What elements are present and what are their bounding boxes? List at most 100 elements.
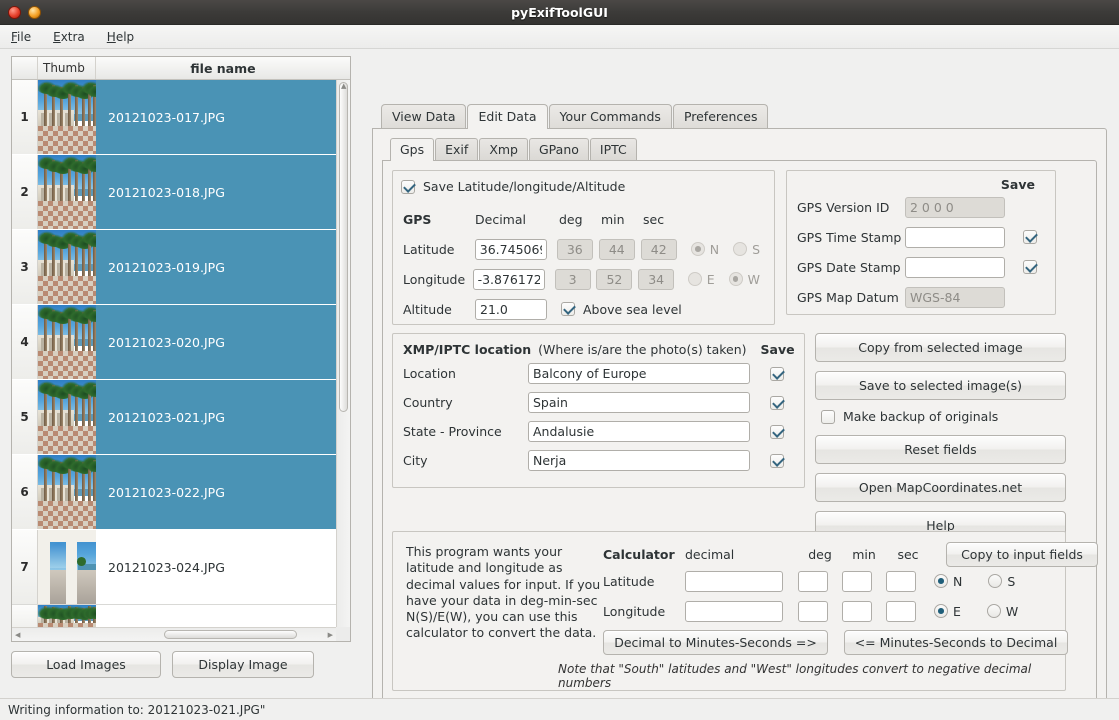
file-list-horizontal-scrollbar[interactable]: ◀ ▶ bbox=[12, 627, 336, 641]
tab-view-data[interactable]: View Data bbox=[381, 104, 466, 128]
file-list-table[interactable]: Thumb file name 120121023-017.JPG2201210… bbox=[11, 56, 351, 642]
subtab-gpano[interactable]: GPano bbox=[529, 138, 589, 160]
calculator-latitude-decimal-input[interactable] bbox=[685, 571, 783, 592]
table-row[interactable]: 520121023-021.JPG bbox=[12, 380, 336, 455]
decimal-to-minutes-seconds-button[interactable]: Decimal to Minutes-Seconds => bbox=[603, 630, 828, 655]
gps-latitude-deg-input[interactable] bbox=[557, 239, 593, 260]
make-backup-checkbox[interactable] bbox=[821, 410, 835, 424]
table-row[interactable] bbox=[12, 605, 336, 627]
row-filename[interactable]: 20121023-017.JPG bbox=[96, 80, 336, 154]
gps-metadata-save-checkbox[interactable] bbox=[1023, 230, 1037, 244]
horizontal-scrollbar-thumb[interactable] bbox=[164, 630, 297, 639]
row-filename[interactable]: 20121023-021.JPG bbox=[96, 380, 336, 454]
row-thumbnail[interactable] bbox=[38, 80, 96, 154]
xmp-iptc-input[interactable] bbox=[528, 421, 750, 442]
calculator-longitude-decimal-input[interactable] bbox=[685, 601, 783, 622]
file-list-vertical-scrollbar[interactable]: ▲ bbox=[336, 80, 350, 627]
gps-latitude-sec-input[interactable] bbox=[641, 239, 677, 260]
calculator-latitude-north-radio[interactable] bbox=[934, 574, 948, 588]
xmp-iptc-input[interactable] bbox=[528, 450, 750, 471]
table-row[interactable]: 720121023-024.JPG bbox=[12, 530, 336, 605]
save-latlonalt-checkbox[interactable] bbox=[401, 180, 415, 194]
gps-latitude-north-radio[interactable] bbox=[691, 242, 705, 256]
copy-from-selected-image-button[interactable]: Copy from selected image bbox=[815, 333, 1066, 362]
close-window-icon[interactable] bbox=[8, 6, 21, 19]
gps-longitude-deg-input[interactable] bbox=[555, 269, 591, 290]
tab-edit-data[interactable]: Edit Data bbox=[467, 104, 547, 129]
gps-tab-pane: Save Latitude/longitude/Altitude GPS Dec… bbox=[382, 160, 1097, 713]
row-filename[interactable] bbox=[96, 605, 336, 627]
row-thumbnail[interactable] bbox=[38, 530, 96, 604]
minutes-seconds-to-decimal-button[interactable]: <= Minutes-Seconds to Decimal bbox=[844, 630, 1068, 655]
copy-to-input-fields-button[interactable]: Copy to input fields bbox=[946, 542, 1098, 567]
column-header-filename[interactable]: file name bbox=[96, 57, 350, 79]
gps-longitude-east-radio[interactable] bbox=[688, 272, 702, 286]
row-thumbnail[interactable] bbox=[38, 305, 96, 379]
gps-latitude-south-radio[interactable] bbox=[733, 242, 747, 256]
menu-file[interactable]: File bbox=[9, 28, 41, 46]
row-thumbnail[interactable] bbox=[38, 380, 96, 454]
row-thumbnail[interactable] bbox=[38, 455, 96, 529]
table-row[interactable]: 420121023-020.JPG bbox=[12, 305, 336, 380]
xmp-iptc-input[interactable] bbox=[528, 363, 750, 384]
gps-metadata-input[interactable] bbox=[905, 197, 1005, 218]
row-filename[interactable]: 20121023-020.JPG bbox=[96, 305, 336, 379]
scroll-left-arrow-icon[interactable]: ◀ bbox=[15, 631, 20, 639]
calculator-latitude-sec-input[interactable] bbox=[886, 571, 916, 592]
gps-metadata-input[interactable] bbox=[905, 257, 1005, 278]
gps-longitude-min-input[interactable] bbox=[596, 269, 632, 290]
calculator-longitude-min-input[interactable] bbox=[842, 601, 872, 622]
gps-longitude-west-radio[interactable] bbox=[729, 272, 743, 286]
calculator-longitude-east-radio[interactable] bbox=[934, 604, 948, 618]
scroll-right-arrow-icon[interactable]: ▶ bbox=[328, 631, 333, 639]
row-filename[interactable]: 20121023-024.JPG bbox=[96, 530, 336, 604]
gps-latitude-min-input[interactable] bbox=[599, 239, 635, 260]
gps-metadata-save-checkbox[interactable] bbox=[1023, 260, 1037, 274]
calculator-latitude-min-input[interactable] bbox=[842, 571, 872, 592]
calculator-longitude-sec-input[interactable] bbox=[886, 601, 916, 622]
gps-longitude-decimal-input[interactable] bbox=[473, 269, 545, 290]
calculator-longitude-deg-input[interactable] bbox=[798, 601, 828, 622]
calculator-latitude-deg-input[interactable] bbox=[798, 571, 828, 592]
row-filename[interactable]: 20121023-018.JPG bbox=[96, 155, 336, 229]
row-thumbnail[interactable] bbox=[38, 155, 96, 229]
calculator-longitude-west-radio[interactable] bbox=[987, 604, 1001, 618]
xmp-iptc-save-checkbox[interactable] bbox=[770, 425, 784, 439]
subtab-exif[interactable]: Exif bbox=[435, 138, 478, 160]
display-image-button[interactable]: Display Image bbox=[172, 651, 314, 678]
menu-help[interactable]: Help bbox=[105, 28, 144, 46]
table-row[interactable]: 120121023-017.JPG bbox=[12, 80, 336, 155]
vertical-scrollbar-thumb[interactable] bbox=[339, 82, 348, 412]
tab-preferences[interactable]: Preferences bbox=[673, 104, 769, 128]
tab-your-commands[interactable]: Your Commands bbox=[549, 104, 672, 128]
xmp-iptc-save-checkbox[interactable] bbox=[770, 454, 784, 468]
table-row[interactable]: 320121023-019.JPG bbox=[12, 230, 336, 305]
xmp-iptc-save-checkbox[interactable] bbox=[770, 367, 784, 381]
gps-latitude-decimal-input[interactable] bbox=[475, 239, 547, 260]
gps-longitude-sec-input[interactable] bbox=[638, 269, 674, 290]
calculator-latitude-south-radio[interactable] bbox=[988, 574, 1002, 588]
column-header-thumb[interactable]: Thumb bbox=[38, 57, 96, 79]
gps-metadata-input[interactable] bbox=[905, 287, 1005, 308]
subtab-xmp[interactable]: Xmp bbox=[479, 138, 528, 160]
xmp-iptc-input[interactable] bbox=[528, 392, 750, 413]
table-row[interactable]: 620121023-022.JPG bbox=[12, 455, 336, 530]
save-to-selected-images-button[interactable]: Save to selected image(s) bbox=[815, 371, 1066, 400]
xmp-iptc-save-checkbox[interactable] bbox=[770, 396, 784, 410]
row-filename[interactable]: 20121023-022.JPG bbox=[96, 455, 336, 529]
open-mapcoordinates-button[interactable]: Open MapCoordinates.net bbox=[815, 473, 1066, 502]
gps-metadata-input[interactable] bbox=[905, 227, 1005, 248]
above-sea-level-checkbox[interactable] bbox=[561, 302, 575, 316]
subtab-gps[interactable]: Gps bbox=[390, 138, 434, 161]
row-thumbnail[interactable] bbox=[38, 605, 96, 627]
scroll-up-arrow-icon[interactable]: ▲ bbox=[341, 82, 346, 90]
table-row[interactable]: 220121023-018.JPG bbox=[12, 155, 336, 230]
row-filename[interactable]: 20121023-019.JPG bbox=[96, 230, 336, 304]
subtab-iptc[interactable]: IPTC bbox=[590, 138, 637, 160]
row-thumbnail[interactable] bbox=[38, 230, 96, 304]
reset-fields-button[interactable]: Reset fields bbox=[815, 435, 1066, 464]
menu-extra[interactable]: Extra bbox=[51, 28, 95, 46]
minimize-window-icon[interactable] bbox=[28, 6, 41, 19]
gps-altitude-input[interactable] bbox=[475, 299, 547, 320]
load-images-button[interactable]: Load Images bbox=[11, 651, 161, 678]
